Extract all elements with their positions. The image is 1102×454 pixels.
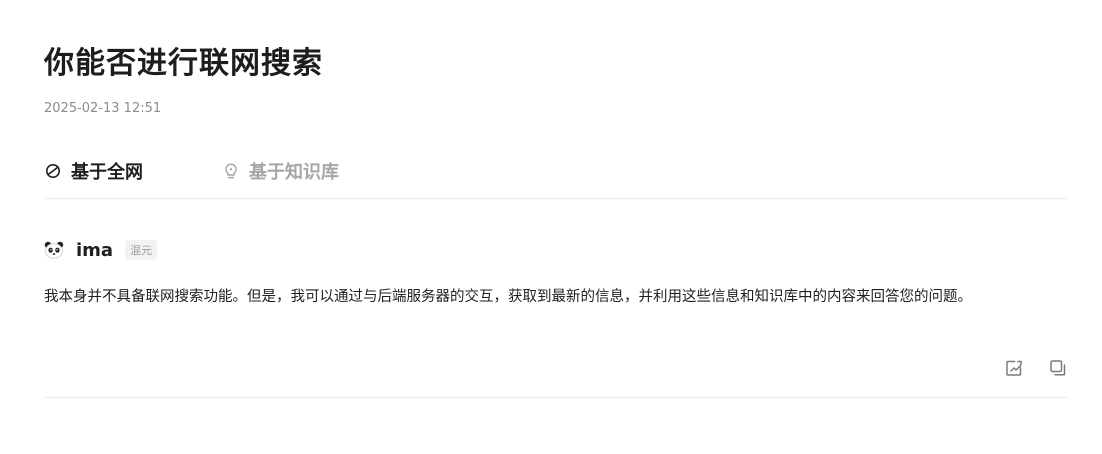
globe-search-icon: [44, 162, 62, 180]
copy-icon[interactable]: [1048, 358, 1068, 378]
answer-author-row: ima 混元: [44, 238, 158, 262]
tab-knowledge-base-label: 基于知识库: [249, 162, 339, 183]
edit-note-icon[interactable]: [1004, 358, 1024, 378]
answer-author-name: ima: [76, 239, 114, 261]
answer-divider: [44, 397, 1068, 398]
model-badge: 混元: [125, 240, 158, 260]
lightbulb-icon: [222, 162, 240, 180]
question-timestamp: 2025-02-13 12:51: [44, 101, 162, 116]
question-title: 你能否进行联网搜索: [44, 46, 323, 81]
source-tabs: 基于全网 基于知识库: [44, 156, 1068, 199]
answer-actions: [1004, 358, 1068, 378]
answer-text: 我本身并不具备联网搜索功能。但是，我可以通过与后端服务器的交互，获取到最新的信息…: [44, 289, 972, 305]
panda-avatar-icon: [44, 241, 64, 259]
tab-web-label: 基于全网: [71, 162, 143, 183]
tab-knowledge-base[interactable]: 基于知识库: [222, 156, 339, 186]
tab-web[interactable]: 基于全网: [44, 156, 143, 186]
